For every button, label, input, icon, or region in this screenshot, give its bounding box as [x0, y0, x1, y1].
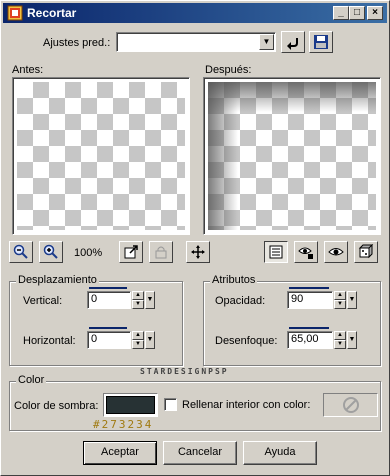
opacity-dropdown-icon[interactable]: ▼ [347, 291, 357, 309]
presets-dropdown[interactable]: ▼ [116, 32, 276, 52]
vertical-dropdown-icon[interactable]: ▼ [145, 291, 155, 309]
before-preview-frame [12, 77, 190, 235]
vertical-label: Vertical: [23, 295, 63, 307]
opacity-label: Opacidad: [215, 295, 266, 307]
dialog-window: Recortar _ □ × Ajustes pred.: ▼ Antes: D… [0, 0, 390, 476]
ok-button[interactable]: Aceptar [83, 441, 157, 465]
no-entry-icon [342, 397, 359, 413]
zoom-in-button[interactable] [39, 241, 63, 263]
app-icon [7, 5, 23, 21]
fill-interior-label: Rellenar interior con color: [182, 399, 311, 411]
maximize-button[interactable]: □ [349, 6, 365, 20]
blur-dropdown-icon[interactable]: ▼ [347, 331, 357, 349]
vertical-up-arrow-icon[interactable]: ▲ [132, 291, 144, 300]
chevron-down-icon[interactable]: ▼ [259, 34, 274, 50]
zoom-fit-icon [124, 245, 138, 259]
blur-input[interactable]: 65,00 [287, 331, 333, 349]
proof-toggle-button[interactable] [264, 241, 288, 263]
shadow-color-fill [106, 396, 155, 414]
opacity-input[interactable]: 90 [287, 291, 333, 309]
cancel-button[interactable]: Cancelar [163, 441, 237, 465]
after-label: Después: [205, 64, 252, 76]
zoom-out-button[interactable] [9, 241, 33, 263]
shadow-color-label: Color de sombra: [14, 400, 99, 412]
vertical-input[interactable]: 0 [87, 291, 131, 309]
close-button[interactable]: × [367, 6, 383, 20]
horizontal-label: Horizontal: [23, 335, 76, 347]
attributes-group-title: Atributos [210, 274, 258, 286]
eye-icon [328, 248, 344, 256]
opacity-up-arrow-icon[interactable]: ▲ [334, 291, 346, 300]
pan-button[interactable] [186, 241, 210, 263]
blur-label: Desenfoque: [215, 335, 278, 347]
randomize-button[interactable] [354, 241, 378, 263]
vertical-slider-bar[interactable] [89, 287, 127, 289]
fill-color-swatch[interactable] [323, 393, 378, 417]
horizontal-down-arrow-icon[interactable]: ▼ [132, 340, 144, 349]
vertical-down-arrow-icon[interactable]: ▼ [132, 300, 144, 309]
lock-proportions-button[interactable] [149, 241, 173, 263]
window-title: Recortar [27, 6, 77, 20]
lock-icon [155, 246, 167, 259]
help-button[interactable]: Ayuda [243, 441, 317, 465]
title-bar[interactable]: Recortar _ □ × [3, 3, 387, 23]
reset-button[interactable] [281, 31, 305, 53]
save-preset-button[interactable] [309, 31, 333, 53]
shadow-color-hex: #273234 [93, 418, 154, 431]
after-preview-frame [203, 77, 381, 235]
blur-up-arrow-icon[interactable]: ▲ [334, 331, 346, 340]
preview-on-image-button[interactable] [324, 241, 348, 263]
horizontal-slider-bar[interactable] [89, 327, 127, 329]
floppy-disk-icon [314, 35, 328, 49]
dice-icon [358, 244, 374, 259]
color-group-title: Color [16, 374, 47, 386]
before-preview-canvas[interactable] [17, 82, 185, 230]
list-icon [269, 245, 283, 259]
blur-slider-bar[interactable] [289, 327, 329, 329]
fill-interior-checkbox[interactable] [164, 398, 177, 411]
horizontal-up-arrow-icon[interactable]: ▲ [132, 331, 144, 340]
horizontal-input[interactable]: 0 [87, 331, 131, 349]
shadow-color-swatch[interactable] [103, 393, 158, 417]
horizontal-dropdown-icon[interactable]: ▼ [145, 331, 155, 349]
presets-label: Ajustes pred.: [43, 37, 111, 49]
minimize-button[interactable]: _ [333, 6, 349, 20]
before-label: Antes: [12, 64, 44, 76]
zoom-out-icon [13, 244, 28, 259]
move-arrows-icon [191, 245, 205, 259]
drop-shadow-left [208, 82, 238, 230]
zoom-level: 100% [74, 247, 103, 259]
opacity-slider-bar[interactable] [289, 287, 329, 289]
zoom-in-icon [43, 244, 58, 259]
watermark-text: STARDESIGNPSP [140, 367, 229, 376]
offset-group-title: Desplazamiento [16, 274, 99, 286]
opacity-down-arrow-icon[interactable]: ▼ [334, 300, 346, 309]
eye-lock-icon [298, 247, 313, 259]
reset-arrow-icon [287, 38, 298, 50]
blur-down-arrow-icon[interactable]: ▼ [334, 340, 346, 349]
after-preview-canvas [208, 82, 376, 230]
auto-proof-button[interactable] [294, 241, 318, 263]
zoom-to-fit-button[interactable] [119, 241, 143, 263]
